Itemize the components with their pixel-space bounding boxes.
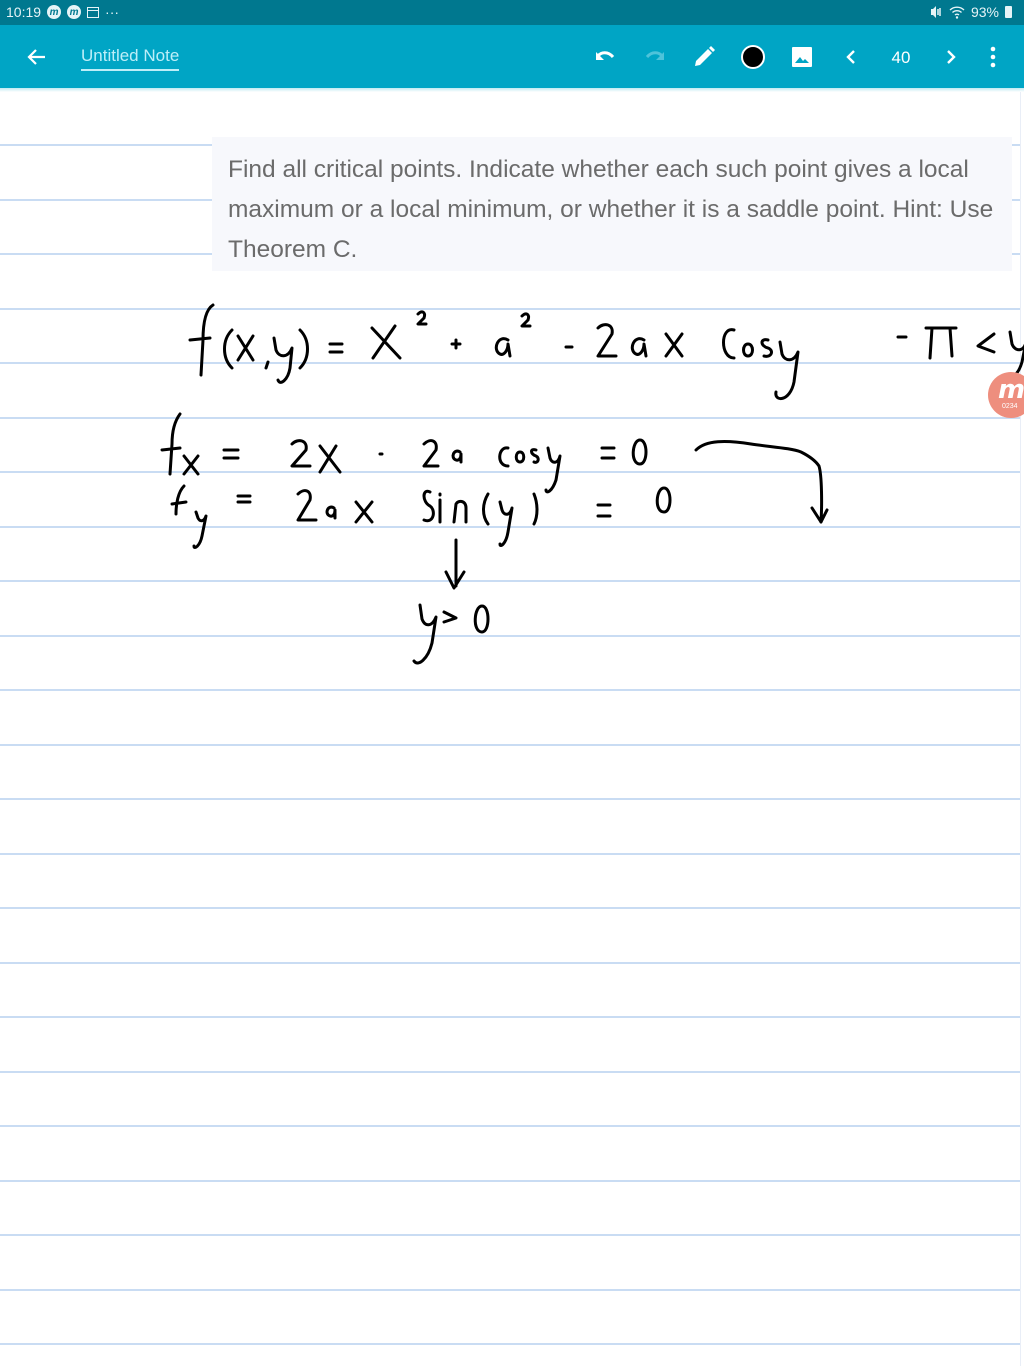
arrow-left-icon [27,49,45,65]
ruled-line [0,1288,1020,1291]
battery-icon [1005,6,1012,18]
chevron-left-icon [846,50,855,64]
ruled-line [0,416,1020,419]
overflow-menu-button[interactable] [978,42,1008,72]
ruled-line [0,580,1020,582]
color-swatch [741,45,765,69]
insert-image-button[interactable] [787,42,817,72]
mute-vibrate-icon [930,6,941,18]
ruled-line [0,307,1020,310]
ruled-line [0,1125,1020,1127]
ruled-line [0,471,1020,473]
ruled-line [0,743,1020,746]
calendar-icon [87,6,100,18]
previous-page-button[interactable] [837,42,867,72]
ruled-line [0,852,1020,855]
app-toolbar: Untitled Note 40 [0,25,1024,88]
more-vertical-icon [990,46,996,68]
undo-button[interactable] [590,42,620,72]
more-dots-icon: ··· [105,4,120,20]
ruled-line [0,362,1020,364]
question-prompt-text: Find all critical points. Indicate wheth… [228,156,994,263]
undo-icon [596,51,615,60]
app-m-icon: m [67,5,82,19]
page-number: 40 [891,48,911,67]
redo-icon [645,51,664,60]
page-margin-line [1020,92,1021,1366]
note-title-field[interactable]: Untitled Note [81,46,180,71]
ruled-line [0,961,1020,964]
watermark-logo: m [998,375,1024,405]
chevron-right-icon [947,50,956,64]
watermark-code: 0234 [1002,403,1018,410]
ruled-line [0,798,1020,800]
ruled-line [0,907,1020,909]
ruled-line [0,1234,1020,1236]
redo-button[interactable] [640,42,670,72]
ruled-line [0,1070,1020,1073]
question-prompt-box: Find all critical points. Indicate wheth… [212,137,1012,271]
back-button[interactable] [22,42,52,72]
ruled-line [0,689,1020,691]
pen-color-button[interactable] [738,42,768,72]
image-icon [792,47,812,67]
status-bar: 10:19 m m ··· 93% [0,0,1024,25]
pen-tool-button[interactable] [689,42,719,72]
ruled-line [0,634,1020,637]
next-page-button[interactable] [935,42,965,72]
ruled-line [0,1179,1020,1182]
battery-percent: 93% [970,4,999,20]
note-canvas[interactable] [0,92,1024,1366]
ruled-line [0,525,1020,528]
wifi-icon [949,6,965,19]
app-m-icon: m [47,5,62,19]
status-time: 10:19 [6,4,42,20]
ruled-line [0,1343,1020,1345]
ruled-line [0,1016,1020,1018]
pencil-icon [695,46,715,66]
